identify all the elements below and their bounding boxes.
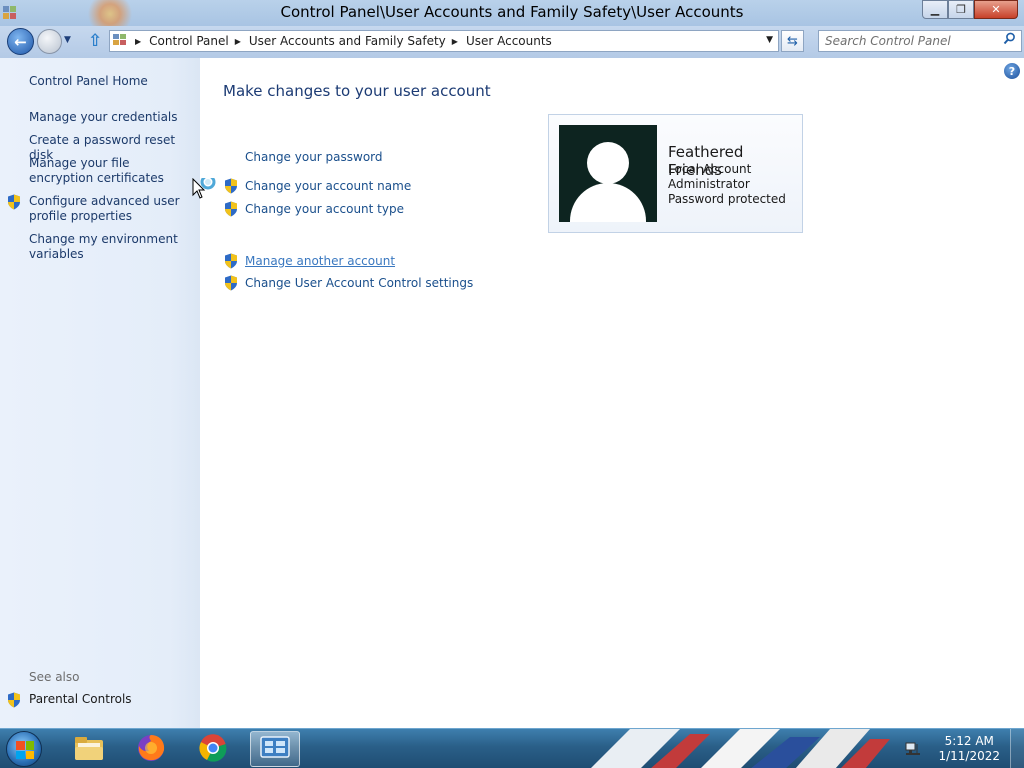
address-bar: ← ▼ ⇧ ▶ Control Panel ▶ User Accounts and … [0, 26, 1024, 58]
maximize-button[interactable]: ❐ [948, 0, 974, 19]
shield-icon [224, 178, 238, 194]
left-pane: Control Panel Home Manage your credentia… [0, 58, 200, 728]
control-panel-icon [259, 735, 291, 764]
chevron-right-icon[interactable]: ▶ [452, 37, 458, 46]
refresh-icon: ⇆ [787, 33, 798, 49]
manage-another-account-link[interactable]: Manage another account [245, 254, 395, 268]
shield-icon [224, 275, 238, 291]
folder-icon [73, 734, 105, 765]
change-uac-settings-link[interactable]: Change User Account Control settings [245, 276, 473, 290]
page-title: Make changes to your user account [223, 82, 491, 100]
system-tray: 5:12 AM 1/11/2022 [904, 729, 1024, 768]
taskbar-chrome[interactable] [188, 731, 238, 767]
account-role-label: Administrator [668, 177, 750, 191]
account-type-label: Local Account [668, 162, 752, 176]
chevron-down-icon: ▼ [64, 35, 71, 45]
show-desktop-button[interactable] [1010, 729, 1024, 768]
windows-logo-icon [16, 741, 34, 759]
close-button[interactable]: ✕ [974, 0, 1018, 19]
change-environment-variables-link[interactable]: Change my environment variables [29, 232, 194, 262]
clock-date: 1/11/2022 [938, 749, 1000, 763]
mouse-cursor-icon [192, 174, 220, 202]
back-button[interactable]: ← [7, 28, 34, 55]
search-box[interactable] [818, 30, 1022, 52]
manage-file-encryption-link[interactable]: Manage your file encryption certificates [29, 156, 194, 186]
shield-icon [224, 201, 238, 217]
window-title: Control Panel\User Accounts and Family S… [280, 3, 744, 21]
arrow-up-icon: ⇧ [88, 31, 103, 51]
arrow-left-icon: ← [14, 32, 27, 51]
desktop-wallpaper-fragment [590, 729, 920, 768]
password-status-label: Password protected [668, 192, 786, 206]
firefox-icon [136, 733, 166, 766]
taskbar: 5:12 AM 1/11/2022 [0, 728, 1024, 768]
up-button[interactable]: ⇧ [88, 31, 106, 51]
breadcrumb-item[interactable]: User Accounts and Family Safety [249, 34, 446, 48]
change-account-name-link[interactable]: Change your account name [245, 179, 411, 193]
taskbar-file-explorer[interactable] [64, 731, 114, 767]
configure-advanced-profile-link[interactable]: Configure advanced user profile properti… [29, 194, 194, 224]
chevron-right-icon[interactable]: ▶ [135, 37, 141, 46]
shield-icon [7, 692, 21, 708]
taskbar-control-panel[interactable] [250, 731, 300, 767]
start-button[interactable] [6, 731, 42, 767]
taskbar-firefox[interactable] [126, 731, 176, 767]
control-panel-home-link[interactable]: Control Panel Home [29, 74, 194, 89]
see-also-heading: See also [29, 670, 80, 684]
chevron-right-icon[interactable]: ▶ [235, 37, 241, 46]
chrome-icon [198, 733, 228, 766]
control-panel-icon [113, 33, 129, 50]
change-account-type-link[interactable]: Change your account type [245, 202, 404, 216]
parental-controls-link[interactable]: Parental Controls [29, 692, 194, 707]
title-bar: Control Panel\User Accounts and Family S… [0, 0, 1024, 26]
change-password-link[interactable]: Change your password [245, 150, 383, 164]
forward-button[interactable] [37, 29, 62, 54]
shield-icon [7, 194, 21, 210]
main-content: ? Make changes to your user account Chan… [200, 58, 1024, 728]
recent-pages-dropdown[interactable]: ▼ [64, 35, 71, 45]
shield-icon [224, 253, 238, 269]
manage-credentials-link[interactable]: Manage your credentials [29, 110, 194, 125]
breadcrumb[interactable]: ▶ Control Panel ▶ User Accounts and Family… [109, 30, 779, 52]
search-icon[interactable] [1003, 32, 1016, 49]
clock[interactable]: 5:12 AM 1/11/2022 [938, 734, 1000, 764]
clock-time: 5:12 AM [944, 734, 994, 748]
breadcrumb-item[interactable]: User Accounts [466, 34, 552, 48]
user-account-tile: Feathered Friends Local Account Administ… [548, 114, 803, 233]
refresh-button[interactable]: ⇆ [781, 30, 804, 52]
avatar[interactable] [559, 125, 657, 222]
minimize-button[interactable]: ▁ [922, 0, 948, 19]
network-icon[interactable] [904, 740, 922, 758]
search-input[interactable] [819, 31, 999, 51]
help-icon[interactable]: ? [1004, 63, 1020, 79]
address-dropdown-icon[interactable]: ▼ [766, 35, 773, 45]
breadcrumb-item[interactable]: Control Panel [149, 34, 229, 48]
